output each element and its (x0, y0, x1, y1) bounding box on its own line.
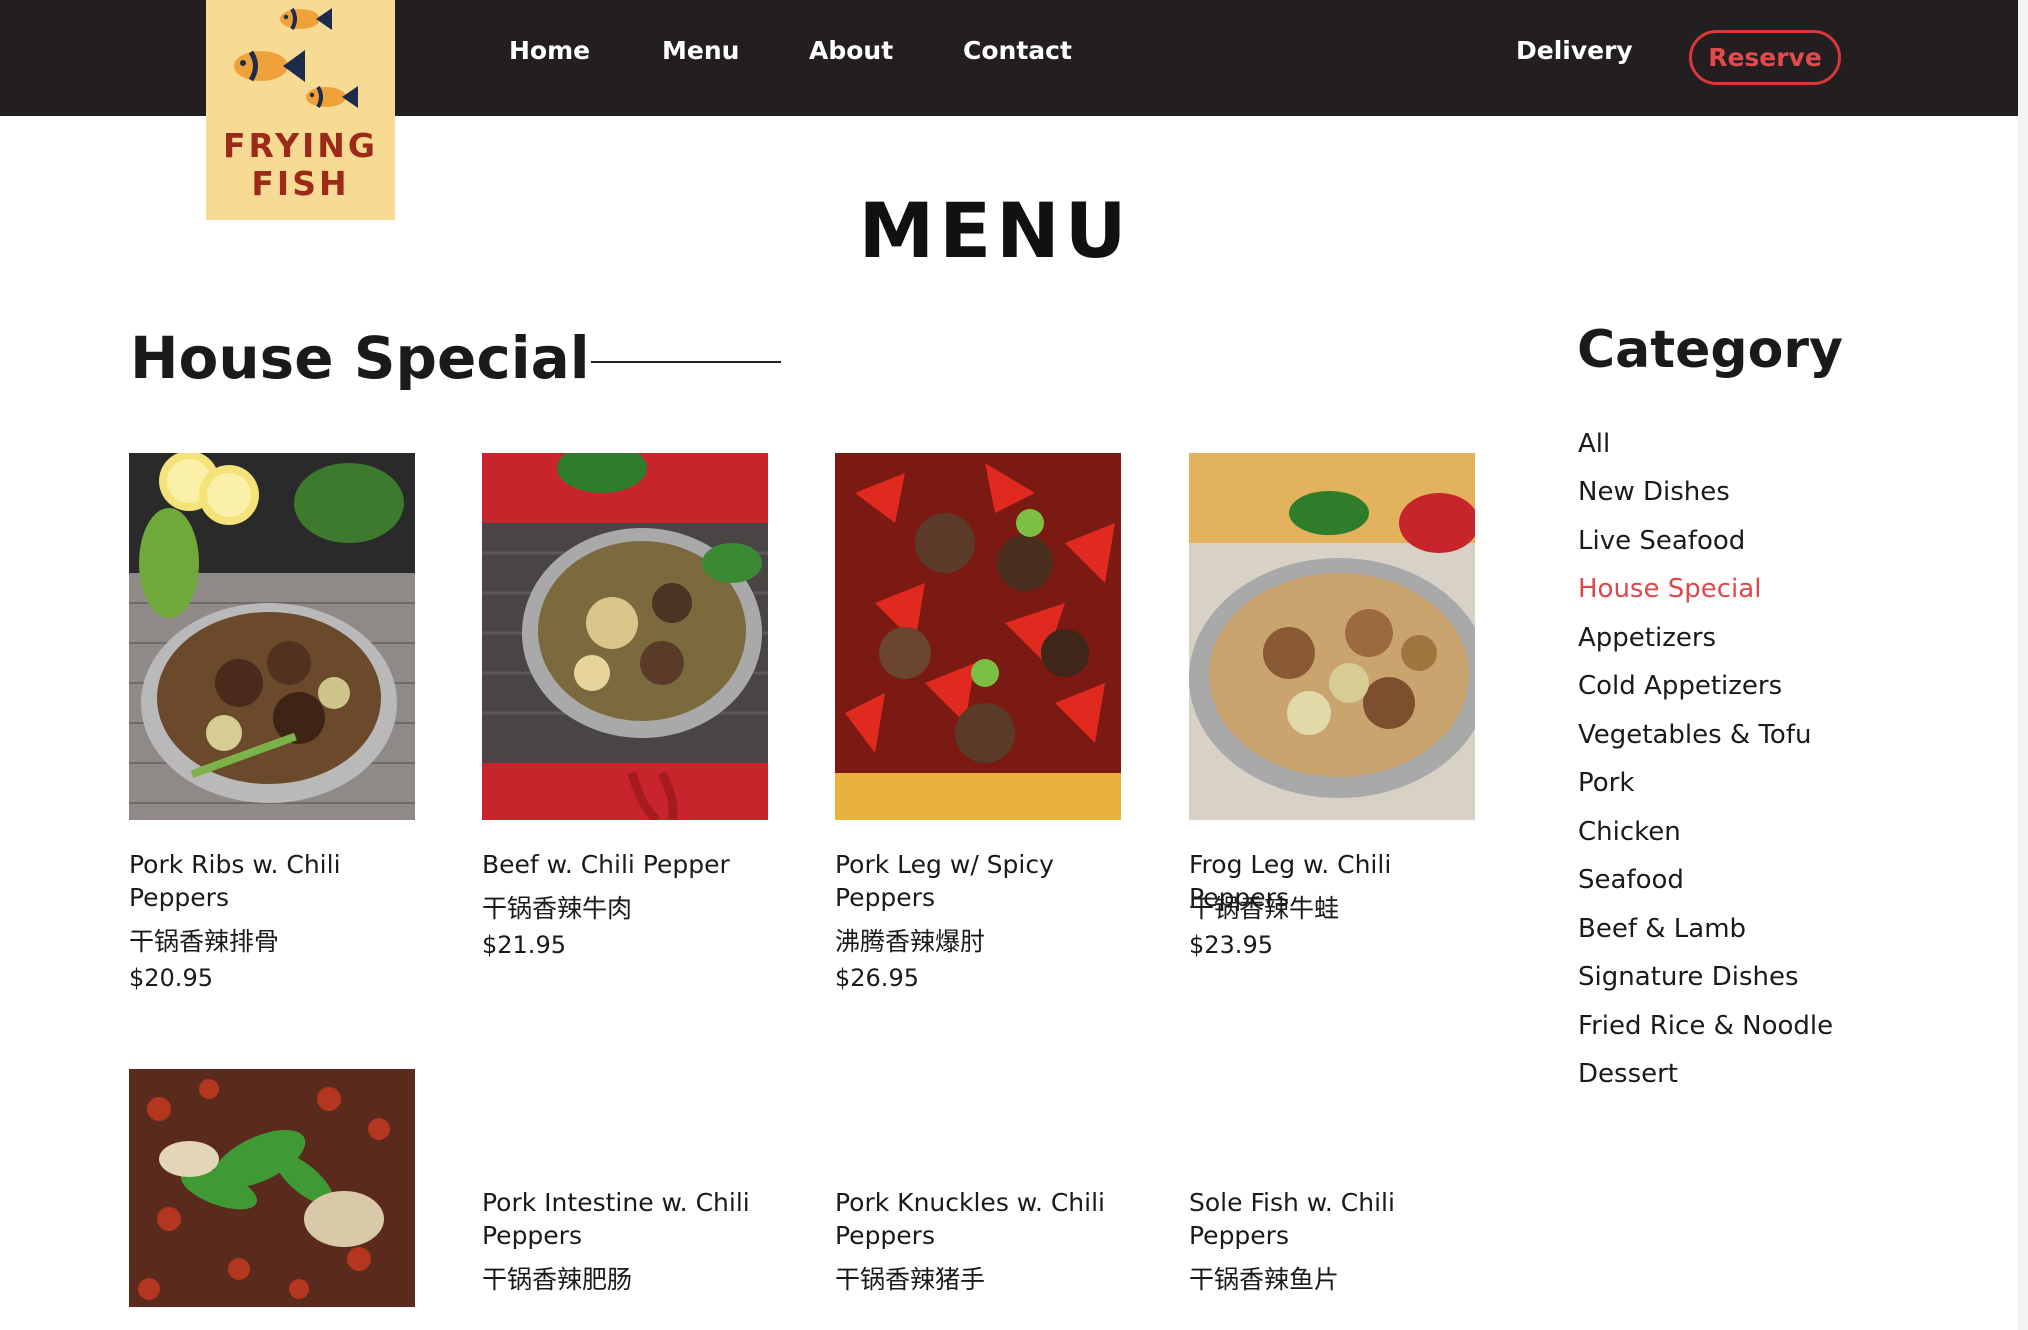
category-all[interactable]: All (1578, 429, 1610, 459)
dish-chinese-name: 干锅香辣肥肠 (482, 1265, 633, 1294)
category-appetizers[interactable]: Appetizers (1578, 623, 1716, 653)
dish-chinese-name: 干锅香辣牛肉 (482, 894, 633, 923)
category-pork[interactable]: Pork (1578, 768, 1634, 798)
section-divider (591, 361, 781, 363)
dish-name[interactable]: Pork Knuckles w. Chili Peppers (835, 1186, 1135, 1252)
category-live-seafood[interactable]: Live Seafood (1578, 526, 1745, 556)
nav-home-link[interactable]: Home (509, 36, 590, 65)
category-beef-lamb[interactable]: Beef & Lamb (1578, 914, 1746, 944)
dish-name[interactable]: Pork Leg w/ Spicy Peppers (835, 848, 1135, 914)
dish-name[interactable]: Pork Ribs w. Chili Peppers (129, 848, 429, 914)
dish-price: $21.95 (482, 931, 566, 959)
dish-price: $23.95 (1189, 931, 1273, 959)
category-signature-dishes[interactable]: Signature Dishes (1578, 962, 1799, 992)
page-scrollbar[interactable] (2018, 0, 2028, 1330)
dish-chinese-name: 沸腾香辣爆肘 (835, 927, 986, 956)
category-vegetables-tofu[interactable]: Vegetables & Tofu (1578, 720, 1811, 750)
logo-text-frying: FRYING (222, 126, 379, 165)
chili-dish-photo[interactable] (129, 1069, 415, 1307)
dish-name[interactable]: Sole Fish w. Chili Peppers (1189, 1186, 1489, 1252)
category-cold-appetizers[interactable]: Cold Appetizers (1578, 671, 1782, 701)
category-house-special[interactable]: House Special (1578, 574, 1761, 604)
dish-price: $20.95 (129, 964, 213, 992)
category-chicken[interactable]: Chicken (1578, 817, 1681, 847)
pork-leg-photo[interactable] (835, 453, 1121, 820)
dish-chinese-name: 干锅香辣牛蛙 (1189, 894, 1340, 923)
nav-delivery-link[interactable]: Delivery (1516, 36, 1633, 65)
category-seafood[interactable]: Seafood (1578, 865, 1684, 895)
category-dessert[interactable]: Dessert (1578, 1059, 1678, 1089)
nav-menu-link[interactable]: Menu (662, 36, 739, 65)
category-new-dishes[interactable]: New Dishes (1578, 477, 1730, 507)
frog-leg-photo[interactable] (1189, 453, 1475, 820)
nav-contact-link[interactable]: Contact (963, 36, 1072, 65)
category-fried-rice-noodle[interactable]: Fried Rice & Noodle (1578, 1011, 1833, 1041)
dish-chinese-name: 干锅香辣排骨 (129, 927, 280, 956)
reserve-button[interactable]: Reserve (1689, 30, 1841, 85)
dish-name[interactable]: Pork Intestine w. Chili Peppers (482, 1186, 782, 1252)
section-title: House Special (130, 324, 590, 392)
pork-ribs-photo[interactable] (129, 453, 415, 820)
dish-chinese-name: 干锅香辣猪手 (835, 1265, 986, 1294)
fish-logo-icon (234, 7, 358, 109)
dish-price: $26.95 (835, 964, 919, 992)
dish-name[interactable]: Beef w. Chili Pepper (482, 848, 782, 881)
beef-photo[interactable] (482, 453, 768, 820)
page-title: MENU (858, 186, 1132, 275)
dish-chinese-name: 干锅香辣鱼片 (1189, 1265, 1340, 1294)
nav-about-link[interactable]: About (809, 36, 893, 65)
category-heading: Category (1577, 320, 1843, 380)
